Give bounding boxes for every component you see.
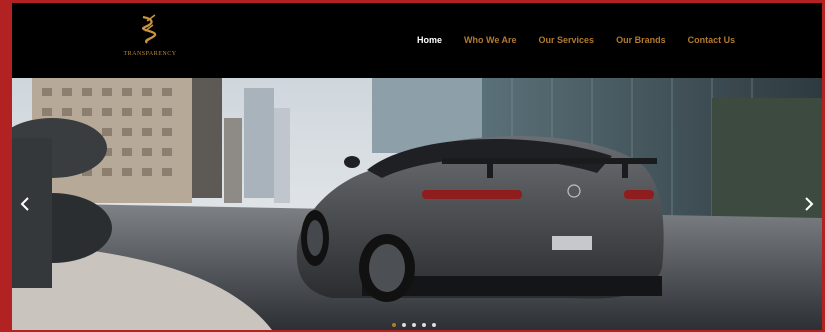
nav-our-services[interactable]: Our Services	[539, 35, 595, 45]
slider-dots	[392, 323, 436, 327]
hero-image	[12, 78, 822, 330]
brand-name: TRANSPARENCY	[123, 51, 177, 57]
brand-logo[interactable]: TRANSPARENCY	[120, 13, 180, 63]
top-navbar: TRANSPARENCY Home Who We Are Our Service…	[12, 3, 822, 78]
slider-dot-5[interactable]	[432, 323, 436, 327]
chevron-left-icon	[20, 197, 29, 211]
slider-dot-1[interactable]	[392, 323, 396, 327]
slider-next-button[interactable]	[804, 196, 814, 216]
slider-prev-button[interactable]	[20, 196, 30, 216]
nav-home[interactable]: Home	[417, 35, 442, 45]
nav-our-brands[interactable]: Our Brands	[616, 35, 666, 45]
nav-contact-us[interactable]: Contact Us	[688, 35, 736, 45]
main-menu: Home Who We Are Our Services Our Brands …	[417, 35, 757, 45]
slider-dot-2[interactable]	[402, 323, 406, 327]
hero-slider	[12, 78, 822, 330]
page-frame: TRANSPARENCY Home Who We Are Our Service…	[12, 3, 822, 330]
logo-mark-icon	[142, 14, 157, 44]
nav-who-we-are[interactable]: Who We Are	[464, 35, 517, 45]
chevron-right-icon	[805, 197, 814, 211]
slider-dot-4[interactable]	[422, 323, 426, 327]
slider-dot-3[interactable]	[412, 323, 416, 327]
